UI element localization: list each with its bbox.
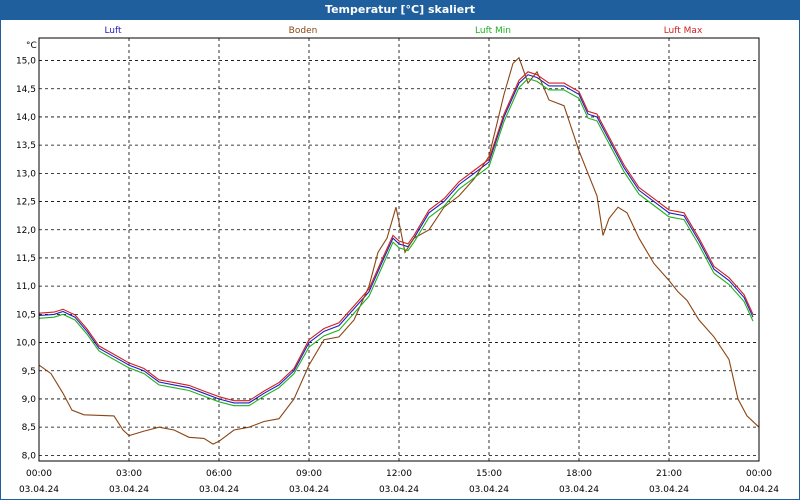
x-tick-date: 03.04.24 [469,485,509,495]
legend: Luft Boden Luft Min Luft Max [104,26,703,36]
y-tick-label: 10,0 [16,339,36,349]
grid-lines [39,38,759,461]
y-tick-label: 13,5 [16,141,36,151]
y-tick-labels: 8,0 8,5 9,0 9,5 10,0 10,5 11,0 11,5 12,0 12,5 13,0… [16,57,36,462]
x-tick-time: 18:00 [566,469,592,479]
y-axis-unit-label: °C [26,41,37,51]
y-tick-label: 13,0 [16,169,36,179]
y-tick-label: 15,0 [16,57,36,67]
x-tick-date: 03.04.24 [559,485,599,495]
x-tick-labels: 00:00 03.04.24 03:00 03.04.24 06:00 03.04.24 0… [19,469,779,495]
y-tick-label: 12,5 [16,198,36,208]
x-tick-time: 15:00 [476,469,502,479]
x-tick-date: 03.04.24 [199,485,239,495]
y-tick-label: 8,5 [22,423,36,433]
x-tick-date: 03.04.24 [289,485,329,495]
legend-entry: Luft [104,26,122,36]
y-tick-label: 11,0 [16,282,36,292]
series-line-luft-max [38,71,754,402]
x-tick-time: 09:00 [296,469,322,479]
y-tick-label: 9,0 [22,395,37,405]
y-tick-label: 8,0 [22,451,37,461]
x-tick-date: 04.04.24 [739,485,779,495]
y-tick-label: 9,5 [22,367,36,377]
x-tick-date: 03.04.24 [19,485,59,495]
x-tick-date: 03.04.24 [379,485,419,495]
x-tick-time: 03:00 [116,469,142,479]
legend-entry: Boden [289,26,318,36]
y-tick-label: 10,5 [16,310,36,320]
temperature-line-chart: °C 8,0 8,5 9,0 9,5 10,0 10,5 11,0 11,5 12,0 12,5 1… [16,26,779,495]
x-tick-date: 03.04.24 [109,485,149,495]
legend-entry: Luft Min [475,26,511,36]
x-tick-time: 12:00 [386,469,412,479]
x-tick-time: 06:00 [206,469,232,479]
series-line-luft-min [38,77,754,407]
x-tick-time: 21:00 [656,469,682,479]
y-tick-label: 12,0 [16,226,36,236]
y-tick-label: 14,5 [16,85,36,95]
x-tick-time: 00:00 [26,469,52,479]
x-tick-time: 00:00 [746,469,772,479]
x-tick-date: 03.04.24 [649,485,689,495]
y-tick-label: 14,0 [16,113,36,123]
legend-entry: Luft Max [664,26,703,36]
y-tick-label: 11,5 [16,254,36,264]
